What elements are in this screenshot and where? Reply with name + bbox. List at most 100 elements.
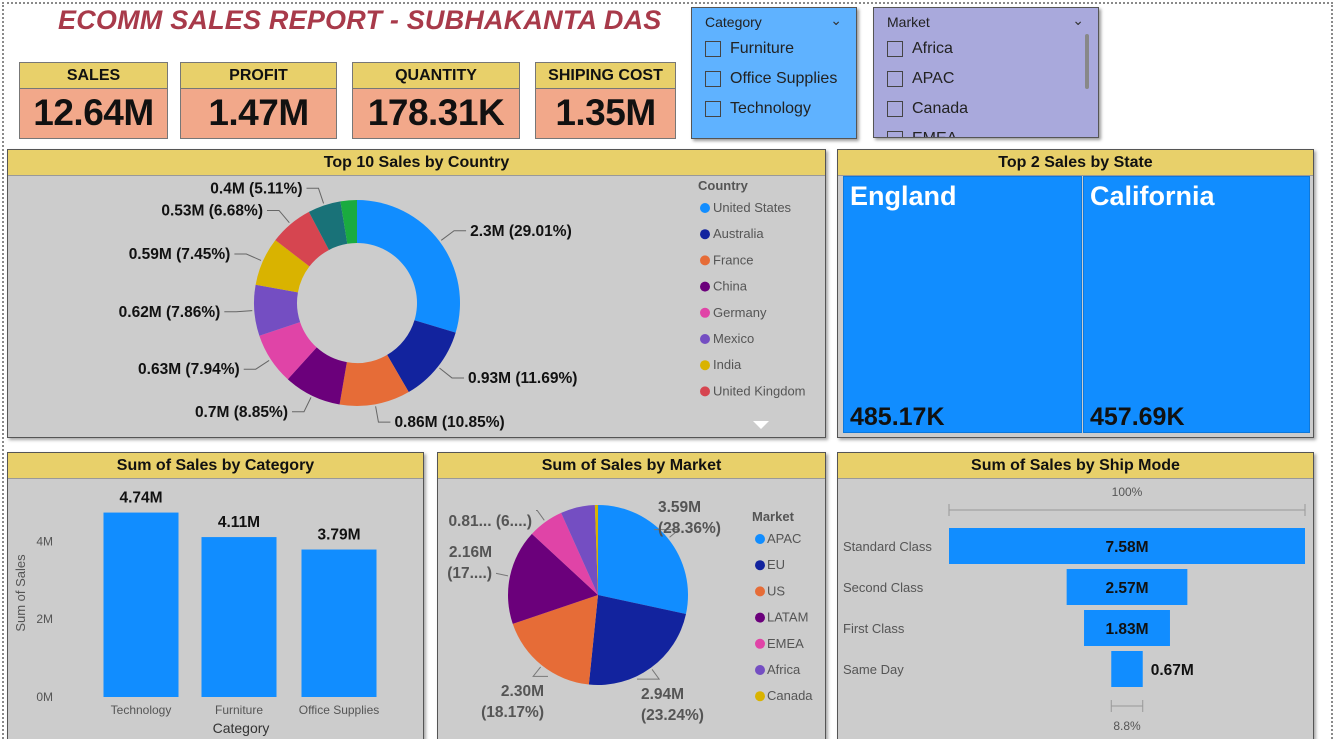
leader-line: [224, 310, 253, 313]
legend-marker: [755, 691, 765, 702]
funnel-value-label: 1.83M: [1105, 621, 1148, 638]
treemap-tile-value: 485.17K: [850, 403, 945, 431]
x-axis-label: Category: [213, 720, 270, 736]
legend-marker: [755, 612, 765, 623]
leader-line: [243, 360, 270, 370]
checkbox[interactable]: [705, 41, 721, 57]
slicer-scrollbar[interactable]: [1085, 34, 1089, 89]
data-label: 0.81... (6....): [448, 513, 532, 530]
data-label: 0.93M (11.69%): [468, 370, 577, 387]
legend-label: APAC: [767, 531, 801, 546]
slicer-item-label: Furniture: [730, 40, 795, 57]
kpi-value: 12.64M: [33, 92, 154, 133]
market-pie-chart: 3.59M (28.36%) 2.94M (23.24%) 2.30M (18.17%) 2…: [447, 499, 813, 724]
legend-marker: [700, 307, 710, 318]
kpi-card-shipping-cost: SHIPING COST 1.35M: [535, 62, 676, 139]
treemap-tile-name: California: [1090, 181, 1215, 211]
funnel-stage-label: Standard Class: [843, 539, 932, 554]
report-title: ECOMM SALES REPORT - SUBHAKANTA DAS: [58, 5, 662, 35]
leader-line: [267, 209, 290, 224]
leader-line: [440, 230, 467, 241]
kpi-label: PROFIT: [181, 63, 336, 89]
data-label: (28.36%): [658, 520, 721, 537]
x-tick-label: Technology: [111, 703, 172, 717]
legend-label: United States: [713, 200, 792, 215]
legend-marker: [755, 665, 765, 675]
legend-marker: [755, 534, 765, 544]
funnel-stage-label: First Class: [843, 621, 905, 636]
checkbox[interactable]: [705, 71, 721, 87]
checkbox[interactable]: [887, 101, 903, 117]
country-donut-chart: 2.3M (29.01%) 0.93M (11.69%) 0.86M (10.85%…: [119, 178, 806, 431]
panel-sales-by-ship-mode: Sum of Sales by Ship Mode 100% Standard C…: [837, 452, 1314, 739]
slicer-header[interactable]: Category ⌄: [692, 8, 856, 34]
leader-line: [532, 666, 548, 677]
slicer-item-label: Technology: [730, 100, 811, 117]
kpi-value: 1.35M: [555, 92, 656, 133]
treemap-tile-value: 457.69K: [1090, 403, 1185, 431]
data-label: (18.17%): [481, 704, 544, 721]
slicer-item-office-supplies[interactable]: Office Supplies: [692, 64, 856, 94]
legend-marker: [700, 386, 710, 397]
legend-marker: [700, 360, 710, 371]
funnel-stage-label: Same Day: [843, 662, 904, 677]
legend-label: France: [713, 252, 753, 267]
legend-label: United Kingdom: [713, 383, 806, 398]
scroll-down-icon[interactable]: [753, 421, 769, 429]
y-tick-label: 2M: [36, 612, 53, 626]
checkbox[interactable]: [887, 41, 903, 57]
legend-label: EMEA: [767, 636, 804, 651]
data-label: 0.7M (8.85%): [195, 404, 288, 421]
legend-label: China: [713, 279, 748, 294]
slicer-item-canada[interactable]: Canada: [874, 94, 1098, 124]
legend-label: India: [713, 357, 742, 372]
panel-sales-by-state: Top 2 Sales by State England 485.17K Cal…: [837, 149, 1314, 438]
slicer-item-label: APAC: [912, 70, 955, 87]
panel-sales-by-market: Sum of Sales by Market 3.59M (28.36%) 2.94…: [437, 452, 826, 739]
legend-label: US: [767, 583, 785, 598]
y-tick-label: 0M: [36, 690, 53, 704]
panel-sales-by-category: Sum of Sales by Category 0M 2M 4M Sum of Sa…: [7, 452, 424, 739]
slicer-header[interactable]: Market ⌄: [874, 8, 1098, 34]
treemap-tile-england[interactable]: England 485.17K: [843, 176, 1082, 433]
data-label: (17....): [447, 565, 492, 582]
panel-sales-by-country: Top 10 Sales by Country 2.3M (29.01%) 0.9…: [7, 149, 826, 438]
slicer-item-furniture[interactable]: Furniture: [692, 34, 856, 64]
slicer-item-technology[interactable]: Technology: [692, 94, 856, 124]
chevron-down-icon[interactable]: ⌄: [830, 12, 842, 29]
slicer-item-emea[interactable]: EMEA: [874, 124, 1098, 137]
kpi-card-sales: SALES 12.64M: [19, 62, 168, 139]
bar-value-label: 4.11M: [218, 514, 260, 531]
data-label: 2.3M (29.01%): [470, 223, 572, 240]
bar: [301, 549, 377, 697]
funnel-stage-label: Second Class: [843, 580, 924, 595]
funnel-value-label: 7.58M: [1105, 539, 1148, 556]
category-bar-chart: 0M 2M 4M Sum of Sales 4.74M Technology 4.11M Fu…: [13, 490, 379, 736]
checkbox[interactable]: [705, 101, 721, 117]
data-label: 0.4M (5.11%): [210, 180, 302, 197]
slicer-item-label: Africa: [912, 40, 953, 57]
data-label: 2.94M: [641, 686, 684, 703]
kpi-label: QUANTITY: [353, 63, 519, 89]
legend-label: LATAM: [767, 610, 808, 625]
treemap-tile-california[interactable]: California 457.69K: [1083, 176, 1310, 433]
funnel-value-label: 0.67M: [1151, 662, 1194, 679]
legend-marker: [755, 586, 765, 597]
funnel-bar: [1111, 651, 1143, 687]
kpi-label: SALES: [20, 63, 167, 89]
checkbox[interactable]: [887, 131, 903, 137]
treemap-tile-name: England: [850, 181, 957, 211]
funnel-value-label: 2.57M: [1105, 580, 1148, 597]
category-slicer: Category ⌄ Furniture Office Supplies Tec…: [691, 7, 857, 139]
data-label: 0.59M (7.45%): [129, 246, 231, 263]
slicer-item-apac[interactable]: APAC: [874, 64, 1098, 94]
x-tick-label: Furniture: [215, 703, 263, 717]
legend-marker: [700, 255, 710, 266]
market-slicer: Market ⌄ Africa APAC Canada EMEA: [873, 7, 1099, 138]
leader-line: [291, 397, 312, 413]
chevron-down-icon[interactable]: ⌄: [1072, 12, 1084, 29]
checkbox[interactable]: [887, 71, 903, 87]
data-label: 2.30M: [501, 683, 544, 700]
slicer-item-africa[interactable]: Africa: [874, 34, 1098, 64]
legend-label: Mexico: [713, 331, 754, 346]
